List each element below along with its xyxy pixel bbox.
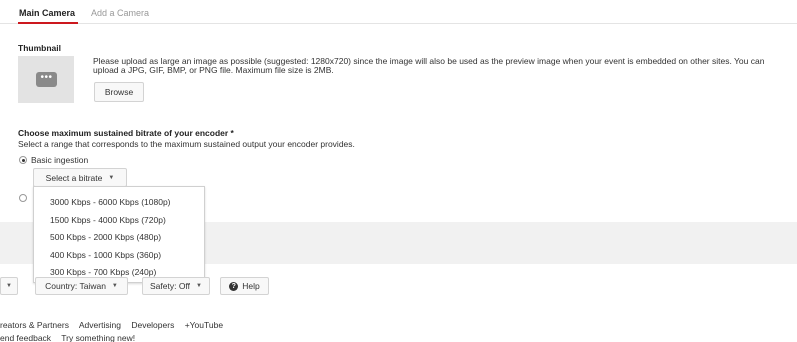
thumbnail-label: Thumbnail: [18, 43, 61, 53]
active-tab-indicator: [18, 22, 78, 24]
footer-link-creators[interactable]: reators & Partners: [0, 320, 69, 330]
country-label: Country: Taiwan: [45, 281, 106, 291]
tab-add-camera[interactable]: Add a Camera: [91, 8, 149, 18]
browse-button[interactable]: Browse: [94, 82, 144, 102]
chevron-down-icon: ▼: [108, 174, 115, 181]
footer-links-row1: reators & Partners Advertising Developer…: [0, 320, 231, 330]
safety-label: Safety: Off: [150, 281, 191, 291]
footer-link-developers[interactable]: Developers: [131, 320, 174, 330]
menu-item-480p[interactable]: 500 Kbps - 2000 Kbps (480p): [34, 231, 204, 249]
help-icon: ?: [229, 281, 239, 291]
bitrate-description: Select a range that corresponds to the m…: [18, 139, 355, 149]
footer-links-row2: end feedback Try something new!: [0, 333, 143, 342]
tab-main-camera[interactable]: Main Camera: [19, 8, 75, 18]
bitrate-title: Choose maximum sustained bitrate of your…: [18, 128, 234, 138]
footer-link-plus-youtube[interactable]: +YouTube: [185, 320, 223, 330]
help-label: Help: [242, 281, 260, 291]
chevron-down-icon: ▼: [111, 283, 118, 289]
language-button[interactable]: ▼: [0, 277, 18, 295]
bitrate-select-label: Select a bitrate: [45, 172, 103, 183]
chevron-down-icon: ▼: [196, 283, 202, 289]
basic-ingestion-radio[interactable]: [19, 156, 27, 164]
chevron-down-icon: ▼: [6, 283, 12, 289]
menu-item-1080p[interactable]: 3000 Kbps - 6000 Kbps (1080p): [34, 196, 204, 214]
footer-link-advertising[interactable]: Advertising: [79, 320, 121, 330]
footer-link-try-new[interactable]: Try something new!: [61, 333, 135, 342]
image-placeholder-icon: •••: [36, 72, 57, 87]
bitrate-dropdown-menu: 3000 Kbps - 6000 Kbps (1080p) 1500 Kbps …: [33, 186, 205, 283]
thumbnail-preview[interactable]: •••: [18, 56, 74, 103]
safety-button[interactable]: Safety: Off ▼: [142, 277, 210, 295]
menu-item-360p[interactable]: 400 Kbps - 1000 Kbps (360p): [34, 249, 204, 267]
thumbnail-description: Please upload as large an image as possi…: [93, 56, 765, 75]
camera-tabs: Main Camera Add a Camera: [0, 0, 797, 24]
custom-ingestion-radio[interactable]: [19, 194, 27, 202]
bitrate-select-button[interactable]: Select a bitrate ▼: [33, 168, 127, 187]
menu-item-720p[interactable]: 1500 Kbps - 4000 Kbps (720p): [34, 214, 204, 232]
basic-ingestion-label: Basic ingestion: [31, 155, 89, 165]
country-button[interactable]: Country: Taiwan ▼: [35, 277, 128, 295]
footer-link-send-feedback[interactable]: end feedback: [0, 333, 51, 342]
help-button[interactable]: ? Help: [220, 277, 269, 295]
